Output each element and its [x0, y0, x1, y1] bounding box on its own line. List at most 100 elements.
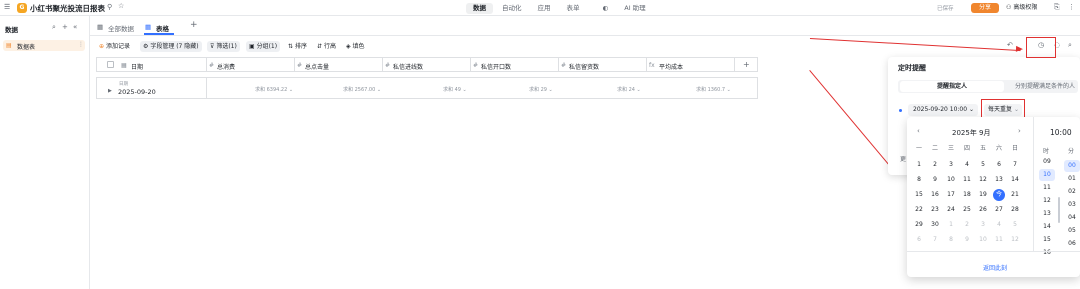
- prev-month-icon[interactable]: ‹: [917, 127, 920, 135]
- tab-apps[interactable]: 应用: [531, 3, 558, 14]
- calendar-day[interactable]: 1: [912, 159, 926, 171]
- calendar-day[interactable]: 6: [912, 234, 926, 246]
- sort-button[interactable]: ⇅ 排序: [285, 41, 310, 52]
- sum-avg-cost[interactable]: 求和 1360.7 ⌄: [696, 86, 731, 93]
- hour-option[interactable]: 14: [1039, 221, 1055, 233]
- calendar-day[interactable]: 9: [928, 174, 942, 186]
- collapse-icon[interactable]: «: [73, 23, 77, 31]
- tab-automation[interactable]: 自动化: [495, 3, 529, 14]
- calendar-day[interactable]: 8: [912, 174, 926, 186]
- share-button[interactable]: 分享: [971, 3, 999, 13]
- calendar-day[interactable]: 29: [912, 219, 926, 231]
- calendar-day[interactable]: 17: [944, 189, 958, 201]
- tab-data[interactable]: 数据: [466, 3, 493, 14]
- next-month-icon[interactable]: ›: [1018, 127, 1021, 135]
- calendar-day[interactable]: 14: [1008, 174, 1022, 186]
- sidebar-item-table[interactable]: ▤ 数据表 ⋮: [3, 40, 85, 51]
- row-height-button[interactable]: ⇵ 行高: [314, 41, 339, 52]
- calendar-day[interactable]: 15: [912, 189, 926, 201]
- hour-scrollbar[interactable]: [1058, 197, 1060, 223]
- select-all-checkbox[interactable]: [107, 61, 114, 68]
- column-header-total-spend[interactable]: 总消费: [217, 62, 235, 71]
- calendar-day[interactable]: 5: [1008, 219, 1022, 231]
- more-icon[interactable]: ⋮: [1068, 3, 1075, 11]
- notification-icon[interactable]: ⎘: [1054, 3, 1060, 12]
- add-column-button[interactable]: +: [743, 60, 750, 69]
- view-tab-table[interactable]: 表格: [156, 23, 169, 33]
- calendar-day[interactable]: 22: [912, 204, 926, 216]
- calendar-day[interactable]: 12: [976, 174, 990, 186]
- calendar-day[interactable]: 6: [992, 159, 1006, 171]
- calendar-day[interactable]: 9: [960, 234, 974, 246]
- tab-forms[interactable]: 表单: [560, 3, 587, 14]
- group-button[interactable]: ▣ 分组(1): [246, 41, 281, 52]
- column-header-total-clicks[interactable]: 总点击量: [305, 62, 329, 71]
- minute-option[interactable]: 03: [1064, 199, 1080, 211]
- minute-option[interactable]: 00: [1064, 160, 1080, 172]
- undo-icon[interactable]: ↶: [1007, 41, 1013, 49]
- add-record-button[interactable]: ⊕ 添加记录: [96, 41, 133, 52]
- calendar-day[interactable]: 8: [944, 234, 958, 246]
- calendar-day[interactable]: 1: [944, 219, 958, 231]
- hour-option[interactable]: 09: [1039, 156, 1055, 168]
- minute-option[interactable]: 01: [1064, 173, 1080, 185]
- sum-dm-contacts[interactable]: 求和 24 ⌄: [617, 86, 641, 93]
- ai-assistant-button[interactable]: ◐ AI 助理: [589, 3, 660, 14]
- hour-option[interactable]: 11: [1039, 182, 1055, 194]
- column-header-date[interactable]: 日期: [131, 62, 143, 71]
- pin-icon[interactable]: ⚲: [107, 3, 112, 11]
- filter-button[interactable]: ⊽ 筛选(1): [207, 41, 240, 52]
- calendar-day[interactable]: 7: [1008, 159, 1022, 171]
- sum-dm-opens[interactable]: 求和 29 ⌄: [529, 86, 553, 93]
- calendar-day-today[interactable]: 今: [993, 189, 1005, 201]
- calendar-day[interactable]: 3: [944, 159, 958, 171]
- calendar-day[interactable]: 4: [992, 219, 1006, 231]
- calendar-day[interactable]: 23: [928, 204, 942, 216]
- tab-remind-specific[interactable]: 提醒指定人: [900, 81, 1004, 92]
- fill-color-button[interactable]: ◈ 填色: [343, 41, 368, 52]
- calendar-day[interactable]: 3: [976, 219, 990, 231]
- minute-option[interactable]: 05: [1064, 225, 1080, 237]
- minute-option[interactable]: 04: [1064, 212, 1080, 224]
- calendar-day[interactable]: 11: [992, 234, 1006, 246]
- hour-option[interactable]: 12: [1039, 195, 1055, 207]
- back-to-now-button[interactable]: 返回此刻: [983, 263, 1007, 272]
- datetime-picker[interactable]: 2025-09-20 10:00 ⌄: [908, 104, 978, 116]
- calendar-day[interactable]: 27: [992, 204, 1006, 216]
- column-header-dm-opens[interactable]: 私信开口数: [481, 62, 511, 71]
- calendar-day[interactable]: 16: [928, 189, 942, 201]
- calendar-day[interactable]: 12: [1008, 234, 1022, 246]
- calendar-day[interactable]: 10: [944, 174, 958, 186]
- sum-dm-leads[interactable]: 求和 49 ⌄: [443, 86, 467, 93]
- calendar-day[interactable]: 4: [960, 159, 974, 171]
- field-manage-button[interactable]: ⚙ 字段管理 (7 隐藏): [140, 41, 202, 52]
- tab-remind-conditional[interactable]: 分别提醒满足条件的人: [1015, 81, 1075, 92]
- sidebar-toggle-icon[interactable]: ☰: [4, 3, 10, 11]
- permission-button[interactable]: ⚇ 高级权限: [1006, 3, 1037, 13]
- document-title[interactable]: 小红书聚光投流日报表: [30, 3, 105, 14]
- item-more-icon[interactable]: ⋮: [78, 41, 84, 48]
- calendar-day[interactable]: 11: [960, 174, 974, 186]
- column-header-dm-contacts[interactable]: 私信留资数: [569, 62, 599, 71]
- group-row[interactable]: ▶ 日期 2025-09-20 求和 6394.22 ⌄ 求和 2567.00 …: [96, 77, 758, 99]
- add-view-button[interactable]: +: [190, 20, 198, 30]
- hour-option[interactable]: 10: [1039, 169, 1055, 181]
- calendar-day[interactable]: 2: [960, 219, 974, 231]
- minute-option[interactable]: 02: [1064, 186, 1080, 198]
- expand-icon[interactable]: ▶: [108, 88, 112, 94]
- star-icon[interactable]: ☆: [118, 2, 124, 10]
- calendar-day[interactable]: 18: [960, 189, 974, 201]
- add-icon[interactable]: +: [62, 23, 68, 31]
- calendar-day[interactable]: 19: [976, 189, 990, 201]
- hour-option[interactable]: 16: [1039, 247, 1055, 259]
- search-icon[interactable]: ⌕: [52, 23, 56, 32]
- search-table-icon[interactable]: ⌕: [1068, 41, 1072, 50]
- hour-option[interactable]: 15: [1039, 234, 1055, 246]
- calendar-day[interactable]: 2: [928, 159, 942, 171]
- sum-total-spend[interactable]: 求和 6394.22 ⌄: [255, 86, 293, 93]
- hour-option[interactable]: 13: [1039, 208, 1055, 220]
- column-header-avg-cost[interactable]: 平均成本: [659, 62, 683, 71]
- calendar-day[interactable]: 21: [1008, 189, 1022, 201]
- column-header-dm-leads[interactable]: 私信进线数: [393, 62, 423, 71]
- minute-option[interactable]: 06: [1064, 238, 1080, 250]
